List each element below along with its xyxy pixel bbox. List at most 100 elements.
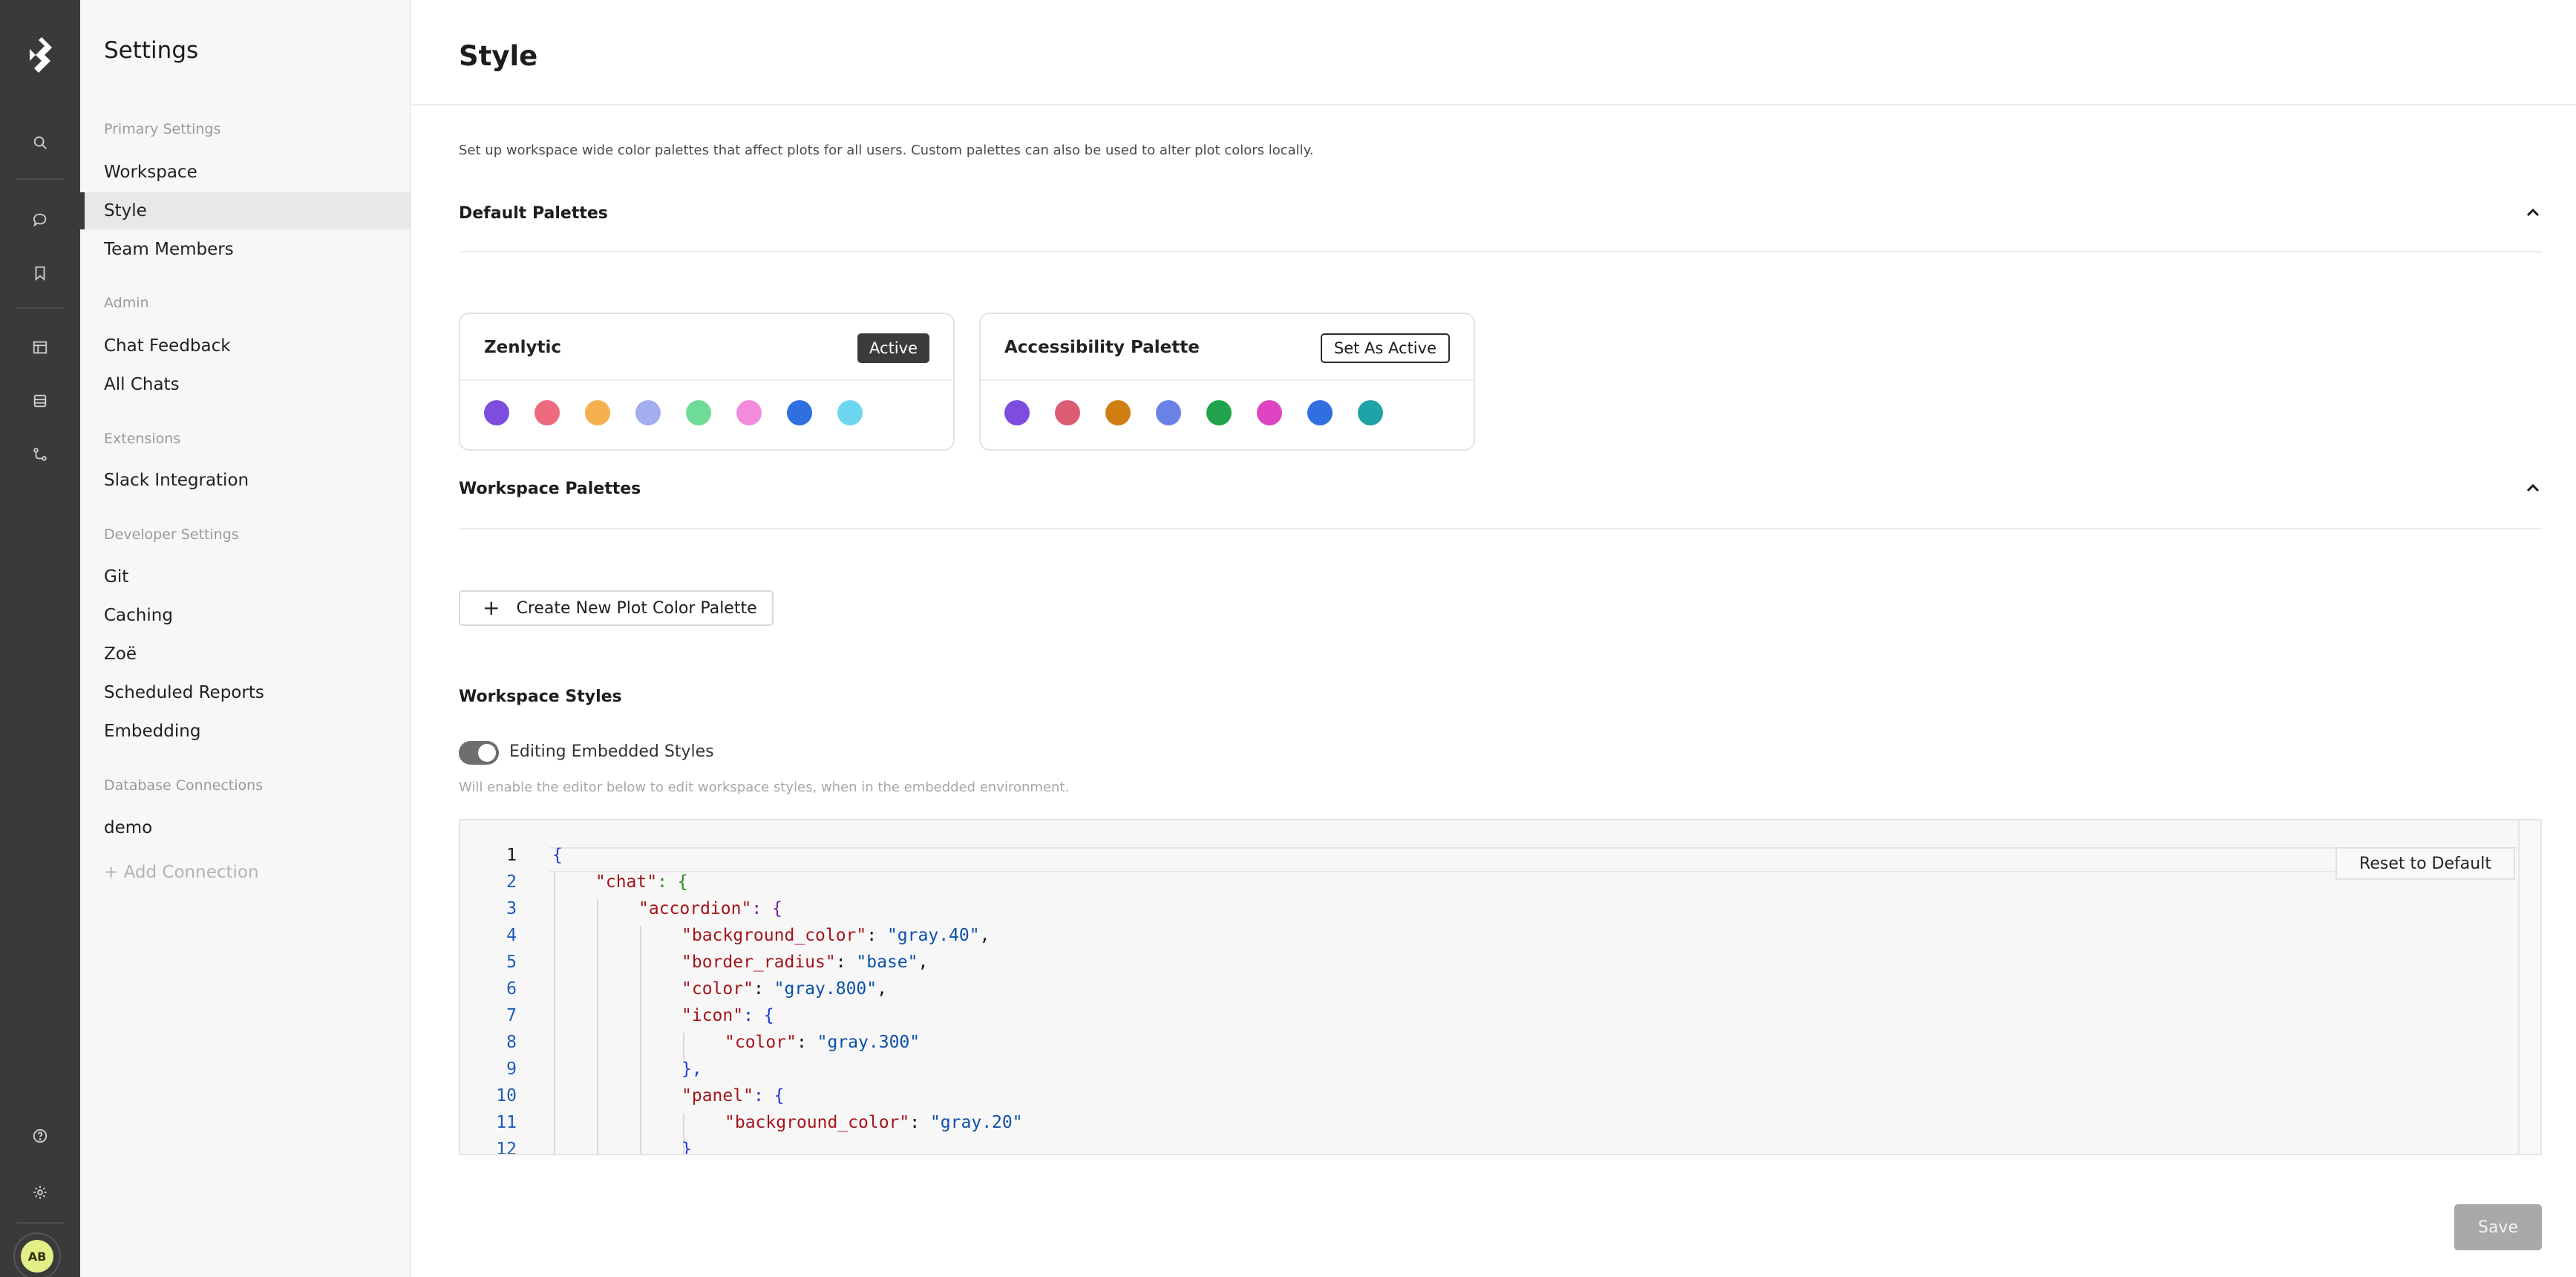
sidebar-item-scheduled-reports[interactable]: Scheduled Reports: [80, 674, 410, 711]
intro-text: Set up workspace wide color palettes tha…: [459, 143, 1314, 158]
line-number: 6: [506, 979, 517, 999]
sidebar-item-caching[interactable]: Caching: [80, 597, 410, 634]
plus-icon: +: [483, 595, 500, 620]
card-divider: [981, 379, 1474, 381]
bookmark-icon[interactable]: [22, 255, 58, 291]
palette-swatches: [1004, 400, 1383, 425]
color-swatch: [1105, 400, 1131, 425]
workspace-palettes-title: Workspace Palettes: [459, 479, 641, 498]
editor-scrollbar[interactable]: [2518, 820, 2540, 1154]
chevron-up-icon: [2526, 208, 2540, 217]
color-swatch: [484, 400, 509, 425]
search-icon[interactable]: [22, 125, 58, 160]
palette-name: Zenlytic: [484, 338, 562, 357]
color-swatch: [1358, 400, 1383, 425]
divider: [459, 528, 2542, 529]
sidebar-item-slack-integration[interactable]: Slack Integration: [80, 462, 410, 499]
help-icon[interactable]: [22, 1118, 58, 1154]
sidebar-item-git[interactable]: Git: [80, 558, 410, 595]
color-swatch: [1206, 400, 1232, 425]
line-number-gutter: 1 2 3 4 5 6 7 8 9 10 11 12: [460, 820, 549, 1154]
rail-divider: [16, 307, 64, 309]
code-editor[interactable]: 1 2 3 4 5 6 7 8 9 10 11 12 { "chat": { "…: [459, 819, 2542, 1155]
code-line: "icon": {: [681, 1006, 774, 1025]
add-connection-link[interactable]: + Add Connection: [80, 854, 410, 891]
card-divider: [460, 379, 953, 381]
color-swatch: [1307, 400, 1333, 425]
workspace-styles-title: Workspace Styles: [459, 688, 622, 706]
create-palette-label: Create New Plot Color Palette: [516, 598, 757, 618]
sidebar-item-zoe[interactable]: Zoë: [80, 636, 410, 673]
table-icon[interactable]: [22, 330, 58, 365]
toggle-label: Editing Embedded Styles: [509, 742, 714, 761]
app-rail: AB: [0, 0, 80, 1277]
sidebar-item-workspace[interactable]: Workspace: [80, 154, 410, 191]
embedded-styles-toggle[interactable]: [459, 741, 499, 765]
title-divider: [411, 104, 2576, 105]
toggle-knob: [478, 744, 496, 762]
color-swatch: [686, 400, 711, 425]
save-button[interactable]: Save: [2454, 1204, 2542, 1250]
code-line: "accordion": {: [638, 899, 782, 918]
indent-guide: [683, 1033, 684, 1059]
color-swatch: [787, 400, 812, 425]
color-swatch: [1055, 400, 1080, 425]
sidebar-item-embedding[interactable]: Embedding: [80, 713, 410, 750]
line-number: 7: [506, 1006, 517, 1025]
line-number: 11: [496, 1113, 517, 1132]
settings-sidebar: Settings Primary Settings Workspace Styl…: [80, 0, 410, 1277]
gear-icon[interactable]: [22, 1175, 58, 1210]
color-swatch: [1156, 400, 1181, 425]
palette-card-zenlytic: Zenlytic Active: [459, 313, 955, 451]
default-palettes-title: Default Palettes: [459, 203, 608, 223]
section-label-admin: Admin: [104, 295, 149, 311]
default-palettes-header[interactable]: Default Palettes: [459, 195, 2542, 232]
git-branch-icon[interactable]: [22, 437, 58, 472]
line-number: 3: [506, 899, 517, 918]
color-swatch: [736, 400, 762, 425]
color-swatch: [535, 400, 560, 425]
color-swatch: [635, 400, 661, 425]
sidebar-item-style[interactable]: Style: [80, 192, 410, 229]
indent-guide: [554, 872, 555, 1154]
code-line: "border_radius": "base",: [681, 953, 929, 972]
section-label-primary-settings: Primary Settings: [104, 121, 221, 137]
chevron-up-icon: [2526, 483, 2540, 492]
line-number: 8: [506, 1033, 517, 1052]
code-line: "color": "gray.800",: [681, 979, 887, 999]
sidebar-item-team-members[interactable]: Team Members: [80, 231, 410, 268]
set-as-active-button[interactable]: Set As Active: [1320, 333, 1450, 363]
toggle-help-text: Will enable the editor below to edit wor…: [459, 780, 1070, 795]
code-line: {: [552, 846, 563, 865]
rail-divider: [16, 1222, 64, 1224]
code-line: "panel": {: [681, 1086, 785, 1105]
sidebar-item-all-chats[interactable]: All Chats: [80, 366, 410, 403]
line-number: 2: [506, 872, 517, 892]
line-number: 12: [496, 1140, 517, 1155]
section-label-developer-settings: Developer Settings: [104, 526, 239, 543]
color-swatch: [837, 400, 863, 425]
sidebar-title: Settings: [104, 37, 199, 64]
workspace-palettes-header[interactable]: Workspace Palettes: [459, 470, 2542, 507]
code-line: "background_color": "gray.40",: [681, 926, 990, 945]
code-line: "chat": {: [595, 872, 688, 892]
code-line: "background_color": "gray.20": [725, 1113, 1023, 1132]
palette-swatches: [484, 400, 863, 425]
line-number: 9: [506, 1059, 517, 1079]
sidebar-item-demo[interactable]: demo: [80, 809, 410, 846]
palette-name: Accessibility Palette: [1004, 338, 1200, 357]
page-title: Style: [459, 40, 538, 72]
database-icon[interactable]: [22, 383, 58, 419]
reset-to-default-button[interactable]: Reset to Default: [2335, 847, 2515, 880]
zenlytic-logo[interactable]: [19, 33, 61, 74]
create-palette-button[interactable]: + Create New Plot Color Palette: [459, 590, 774, 626]
line-number: 1: [506, 846, 517, 865]
code-line: },: [681, 1059, 702, 1079]
rail-divider: [16, 178, 64, 180]
chat-icon[interactable]: [22, 202, 58, 238]
current-line-highlight: [549, 847, 2517, 872]
sidebar-item-chat-feedback[interactable]: Chat Feedback: [80, 327, 410, 365]
color-swatch: [585, 400, 610, 425]
avatar[interactable]: AB: [13, 1232, 61, 1277]
section-label-extensions: Extensions: [104, 431, 181, 447]
